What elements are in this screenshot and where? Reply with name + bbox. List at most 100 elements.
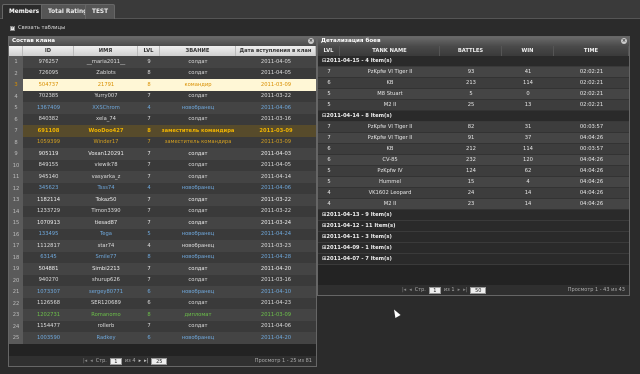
table-row[interactable]: 8 1059399 Winder17 7 заместитель командира 20… — [9, 136, 316, 148]
page-input[interactable]: 1 — [109, 357, 122, 365]
col-rank[interactable]: ЗВАНИЕ — [160, 46, 236, 56]
checkbox-icon[interactable]: ✓ — [10, 25, 15, 31]
last-page-icon[interactable]: ▸| — [463, 287, 467, 293]
prev-page-icon[interactable]: ◂ — [90, 358, 93, 364]
member-join-date: 2011-04-05 — [260, 162, 292, 169]
table-row[interactable]: 7 PzKpfw VI Tiger II 93 41 02:02:21 — [318, 67, 629, 78]
member-id: 63145 — [40, 254, 57, 261]
member-name: Romanomo — [91, 311, 121, 318]
tank-name: PzKpfw VI Tiger II — [367, 124, 413, 130]
member-id: 905119 — [38, 150, 59, 157]
table-row[interactable]: 5 M8 Stuart 5 0 02:02:21 — [318, 89, 629, 100]
col-win[interactable]: WIN — [502, 46, 554, 56]
page-size-select[interactable]: 50 — [470, 286, 487, 294]
table-row[interactable]: 6 CV-85 232 120 04:04:26 — [318, 155, 629, 166]
col-battles[interactable]: BATTLES — [440, 46, 502, 56]
group-header[interactable]: ⊟ 2011-04-14 - 8 Item(s) — [318, 111, 629, 122]
col-lvl[interactable]: LVL — [138, 46, 160, 56]
table-row[interactable]: 10 849155 viewik78 7 солдат 2011-04-05 — [9, 159, 316, 171]
table-row[interactable]: 20 940270 shurup626 7 солдат 2011-03-16 — [9, 274, 316, 286]
win-count: 14 — [524, 190, 532, 196]
battle-level: 5 — [327, 102, 331, 108]
table-row[interactable]: 11 945140 vasyarka_z 7 солдат 2011-04-14 — [9, 171, 316, 183]
member-id: 1367409 — [36, 104, 61, 111]
panel-title-text: Состав клана — [12, 38, 56, 44]
col-time[interactable]: TIME — [554, 46, 629, 56]
close-icon[interactable]: × — [308, 38, 314, 44]
group-header[interactable]: ⊞ 2011-04-13 - 9 Item(s) — [318, 210, 629, 221]
member-join-date: 2011-03-09 — [260, 139, 292, 146]
row-number: 9 — [9, 148, 23, 160]
table-row[interactable]: 19 504881 Simbi2213 7 солдат 2011-04-20 — [9, 263, 316, 275]
table-row[interactable]: 18 63145 Smile77 8 новобранец 2011-04-28 — [9, 251, 316, 263]
member-id: 940270 — [38, 277, 59, 284]
battle-count: 232 — [466, 157, 476, 163]
col-name[interactable]: ИМЯ — [74, 46, 138, 56]
table-row[interactable]: 7 PzKpfw VI Tiger II 82 31 00:03:57 — [318, 122, 629, 133]
battle-time: 04:04:26 — [579, 135, 604, 141]
table-row[interactable]: 13 1182114 Tokaz50 7 солдат 2011-03-22 — [9, 194, 316, 206]
table-row[interactable]: 1 976257 __maria2011__ 9 солдат 2011-04-05 — [9, 56, 316, 68]
table-row[interactable]: 6 KB 212 114 00:03:57 — [318, 144, 629, 155]
table-row[interactable]: 16 133495 Tega 5 новобранец 2011-04-24 — [9, 228, 316, 240]
table-row[interactable]: 3 504737 21791 8 командир 2011-03-09 — [9, 79, 316, 91]
col-tank-name[interactable]: TANK NAME — [340, 46, 440, 56]
battle-count: 93 — [467, 69, 475, 75]
table-row[interactable]: 5 Hummel 15 4 04:04:26 — [318, 177, 629, 188]
tank-name: M2 II — [383, 102, 397, 108]
table-row[interactable]: 4 702385 Yurry007 7 солдат 2011-03-22 — [9, 90, 316, 102]
table-row[interactable]: 5 1367409 XXSChrom 4 новобранец 2011-04-06 — [9, 102, 316, 114]
page-size-select[interactable]: 25 — [151, 357, 168, 365]
member-rank: солдат — [188, 58, 208, 65]
table-row[interactable]: 6 KB 213 114 02:02:21 — [318, 78, 629, 89]
member-name: rollerb — [97, 323, 115, 330]
member-level: 7 — [147, 265, 151, 272]
table-row[interactable]: 12 345623 Tsss74 4 новобранец 2011-04-06 — [9, 182, 316, 194]
table-row[interactable]: 15 1070913 tiesad87 7 солдат 2011-03-24 — [9, 217, 316, 229]
table-row[interactable]: 5 M2 II 25 13 02:02:21 — [318, 100, 629, 111]
table-row[interactable]: 22 1126568 SER120689 6 солдат 2011-04-23 — [9, 297, 316, 309]
member-rank: солдат — [188, 162, 208, 169]
table-row[interactable]: 2 726095 Zablots 8 солдат 2011-04-05 — [9, 67, 316, 79]
tab-members[interactable]: Members — [2, 4, 47, 19]
last-page-icon[interactable]: ▸| — [144, 358, 148, 364]
table-row[interactable]: 17 1112817 star74 4 новобранец 2011-03-23 — [9, 240, 316, 252]
table-row[interactable]: 7 691108 WooDoo427 8 заместитель командира 20… — [9, 125, 316, 137]
table-row[interactable]: 25 1003590 Radkey 6 новобранец 2011-04-20 — [9, 332, 316, 344]
col-date[interactable]: Дата вступления в клан — [236, 46, 316, 56]
table-row[interactable]: 4 VK1602 Leopard 24 14 04:04:26 — [318, 188, 629, 199]
first-page-icon[interactable]: |◂ — [402, 287, 406, 293]
battle-count: 91 — [467, 135, 475, 141]
col-lvl[interactable]: LVL — [318, 46, 340, 56]
next-page-icon[interactable]: ▸ — [139, 358, 142, 364]
group-header[interactable]: ⊞ 2011-04-11 - 3 Item(s) — [318, 232, 629, 243]
col-id[interactable]: ID — [23, 46, 74, 56]
prev-page-icon[interactable]: ◂ — [409, 287, 412, 293]
table-row[interactable]: 14 1233729 Timon3390 7 солдат 2011-03-22 — [9, 205, 316, 217]
group-header[interactable]: ⊞ 2011-04-09 - 1 Item(s) — [318, 243, 629, 254]
row-number: 20 — [9, 274, 23, 286]
table-row[interactable]: 7 PzKpfw VI Tiger II 91 37 04:04:26 — [318, 133, 629, 144]
next-page-icon[interactable]: ▸ — [458, 287, 461, 293]
member-name: XXSChrom — [92, 104, 120, 111]
tab-test[interactable]: TEST — [85, 4, 116, 19]
group-header[interactable]: ⊞ 2011-04-12 - 11 Item(s) — [318, 221, 629, 232]
win-count: 31 — [524, 124, 532, 130]
link-tables-toggle[interactable]: ✓ Связать таблицы — [10, 25, 65, 31]
group-header[interactable]: ⊞ 2011-04-07 - 7 Item(s) — [318, 254, 629, 265]
table-row[interactable]: 24 1154477 rollerb 7 солдат 2011-04-06 — [9, 320, 316, 332]
table-row[interactable]: 9 905119 Voxan120291 7 солдат 2011-04-03 — [9, 148, 316, 160]
first-page-icon[interactable]: |◂ — [83, 358, 87, 364]
table-row[interactable]: 6 840382 xela_74 7 солдат 2011-03-16 — [9, 113, 316, 125]
close-icon[interactable]: × — [621, 38, 627, 44]
group-header[interactable]: ⊟ 2011-04-15 - 4 Item(s) — [318, 56, 629, 67]
table-row[interactable]: 21 1073307 sergey80771 6 новобранец 2011-04-1… — [9, 286, 316, 298]
table-row[interactable]: 5 PzKpfw IV 124 62 04:04:26 — [318, 166, 629, 177]
table-row[interactable]: 23 1202731 Romanomo 8 дипломат 2011-03-09 — [9, 309, 316, 321]
battle-level: 5 — [327, 91, 331, 97]
member-id: 1233729 — [36, 208, 61, 215]
member-level: 7 — [147, 208, 151, 215]
page-input[interactable]: 1 — [428, 286, 441, 294]
table-row[interactable]: 4 M2 II 23 14 04:04:26 — [318, 199, 629, 210]
member-name: SER120689 — [91, 300, 121, 307]
